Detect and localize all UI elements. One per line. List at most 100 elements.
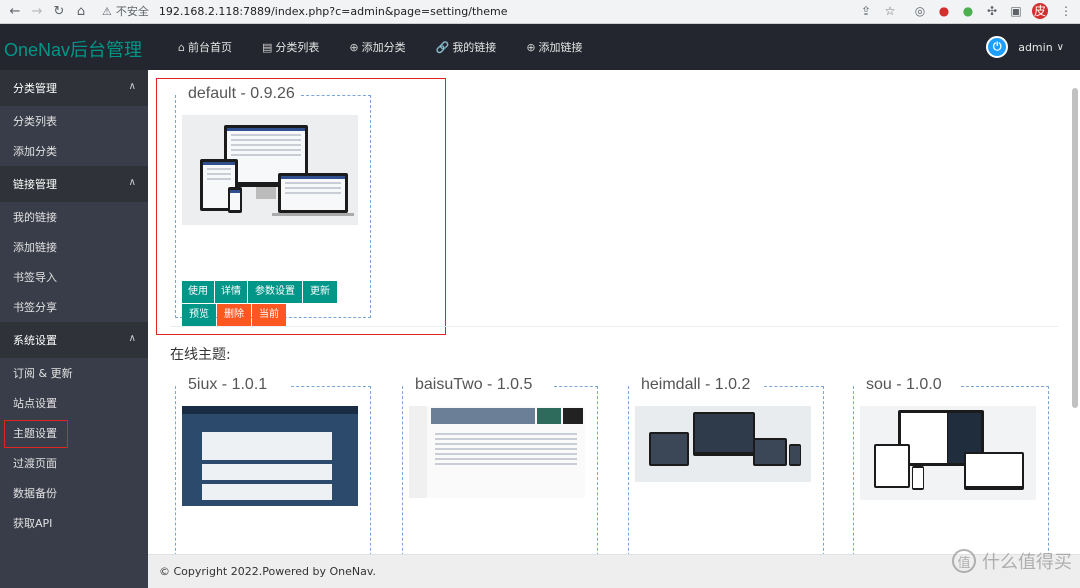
watermark-text: 什么值得买	[982, 552, 1072, 573]
watermark-logo-icon: 值	[952, 549, 976, 573]
sidebar-item-site-settings[interactable]: 站点设置	[0, 388, 148, 418]
list-icon: ▤	[261, 40, 273, 54]
theme-card-sou: sou - 1.0.0	[853, 376, 1049, 566]
monitor-shape	[693, 412, 755, 456]
footer: © Copyright 2022.Powered by OneNav.	[148, 554, 1080, 588]
sidebar-item-add-link[interactable]: 添加链接	[0, 232, 148, 262]
sidebar: 分类管理 ∧ 分类列表 添加分类 链接管理 ∧ 我的链接 添加链接 书签导入 书…	[0, 70, 148, 588]
watermark: 值 什么值得买	[952, 548, 1072, 574]
card-border	[764, 386, 824, 387]
menu-icon[interactable]: ⋮	[1058, 3, 1074, 19]
puzzle-icon[interactable]: ✣	[984, 3, 1000, 19]
theme-card-5iux: 5iux - 1.0.1	[175, 376, 371, 566]
sidebar-item-bookmark-share[interactable]: 书签分享	[0, 292, 148, 322]
address-bar[interactable]: ⚠ 不安全 192.168.2.118:7889/index.php?c=adm…	[102, 1, 902, 21]
theme-title: sou - 1.0.0	[864, 376, 944, 394]
online-themes-title: 在线主题:	[170, 347, 231, 363]
sidebar-section-links[interactable]: 链接管理 ∧	[0, 166, 148, 202]
home-icon: ⌂	[178, 40, 185, 54]
reload-icon[interactable]: ↻	[52, 4, 66, 19]
power-icon: ⏻	[986, 36, 1009, 58]
logo[interactable]: OneNav后台管理	[4, 36, 142, 62]
home-button-icon[interactable]: ⌂	[74, 4, 88, 19]
sidebar-item-get-api[interactable]: 获取API	[0, 508, 148, 538]
highlight-box	[156, 78, 446, 335]
card-border	[961, 386, 1049, 387]
extension-icon[interactable]: ◎	[912, 3, 928, 19]
nav-home[interactable]: ⌂ 前台首页	[178, 39, 232, 55]
highlight-box	[4, 420, 68, 448]
theme-title: heimdall - 1.0.2	[639, 376, 753, 394]
username: admin	[1018, 40, 1053, 54]
preview-list	[431, 430, 581, 490]
phone-shape	[912, 466, 924, 490]
nav-label: 前台首页	[187, 41, 232, 54]
sidebar-item-category-list[interactable]: 分类列表	[0, 106, 148, 136]
profile-icon[interactable]: 皮	[1032, 3, 1048, 19]
top-nav: ⌂ 前台首页 ▤ 分类列表 ⊕ 添加分类 🔗 我的链接 ⊕ 添加链接	[178, 24, 613, 70]
theme-preview-image	[860, 406, 1036, 500]
url-text[interactable]: 192.168.2.118:7889/index.php?c=admin&pag…	[159, 5, 508, 18]
preview-panel	[202, 484, 332, 500]
security-label: 不安全	[115, 5, 149, 18]
section-title: 分类管理	[13, 82, 57, 95]
nav-add-link[interactable]: ⊕ 添加链接	[526, 39, 582, 55]
sidebar-item-data-backup[interactable]: 数据备份	[0, 478, 148, 508]
sidebar-section-system[interactable]: 系统设置 ∧	[0, 322, 148, 358]
link-icon: 🔗	[435, 40, 450, 54]
preview-widget	[537, 408, 561, 424]
sidebar-item-my-links[interactable]: 我的链接	[0, 202, 148, 232]
divider	[170, 326, 1058, 327]
back-icon[interactable]: ←	[8, 4, 22, 19]
chevron-up-icon: ∧	[128, 333, 136, 344]
chevron-down-icon: ∨	[1056, 41, 1064, 53]
preview-header	[182, 406, 358, 414]
sidebar-item-transition-page[interactable]: 过渡页面	[0, 448, 148, 478]
section-title: 系统设置	[13, 334, 57, 347]
top-header: OneNav后台管理 ⌂ 前台首页 ▤ 分类列表 ⊕ 添加分类 🔗 我的链接 ⊕…	[0, 24, 1080, 70]
tablet-shape	[649, 432, 689, 466]
theme-preview-image	[409, 406, 585, 498]
nav-category-list[interactable]: ▤ 分类列表	[262, 39, 319, 55]
nav-label: 添加链接	[538, 41, 583, 54]
theme-preview-image	[635, 406, 811, 482]
warning-icon: ⚠	[102, 4, 112, 18]
share-icon[interactable]: ⇪	[858, 3, 874, 19]
tablet-shape	[874, 444, 910, 488]
theme-title: baisuTwo - 1.0.5	[413, 376, 535, 394]
preview-banner	[431, 408, 535, 424]
sidebar-item-add-category[interactable]: 添加分类	[0, 136, 148, 166]
nav-label: 分类列表	[275, 41, 320, 54]
sidebar-item-theme-settings[interactable]: 主题设置	[0, 418, 148, 448]
nav-my-links[interactable]: 🔗 我的链接	[436, 39, 497, 55]
theme-preview-image	[182, 406, 358, 506]
section-title: 链接管理	[13, 178, 57, 191]
sidebar-item-bookmark-import[interactable]: 书签导入	[0, 262, 148, 292]
chevron-up-icon: ∧	[128, 81, 136, 92]
nav-add-category[interactable]: ⊕ 添加分类	[349, 39, 405, 55]
chevron-up-icon: ∧	[128, 177, 136, 188]
preview-panel	[202, 432, 332, 460]
preview-widget	[563, 408, 583, 424]
sidebar-item-subscribe-update[interactable]: 订阅 & 更新	[0, 358, 148, 388]
preview-sidebar	[409, 406, 427, 498]
user-menu[interactable]: ⏻ admin ∨	[986, 24, 1064, 70]
phone-shape	[789, 444, 801, 466]
card-border	[291, 386, 371, 387]
nav-label: 我的链接	[452, 41, 497, 54]
plus-circle-icon: ⊕	[349, 40, 359, 54]
theme-card-heimdall: heimdall - 1.0.2	[628, 376, 824, 566]
nav-label: 添加分类	[361, 41, 406, 54]
card-border	[554, 386, 598, 387]
star-icon[interactable]: ☆	[882, 3, 898, 19]
laptop-shape	[753, 438, 787, 466]
scrollbar[interactable]	[1072, 88, 1078, 408]
sidepanel-icon[interactable]: ▣	[1008, 3, 1024, 19]
sidebar-section-category[interactable]: 分类管理 ∧	[0, 70, 148, 106]
theme-card-baisutwo: baisuTwo - 1.0.5	[402, 376, 598, 566]
plus-circle-icon: ⊕	[526, 40, 536, 54]
theme-title: 5iux - 1.0.1	[186, 376, 270, 394]
forward-icon[interactable]: →	[30, 4, 44, 19]
adblock-icon[interactable]: ●	[936, 3, 952, 19]
extension-green-icon[interactable]: ●	[960, 3, 976, 19]
